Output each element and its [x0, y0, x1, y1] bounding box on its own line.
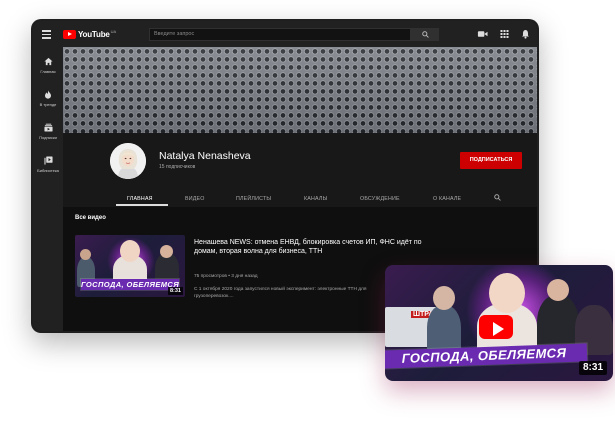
tab-playlists[interactable]: ПЛЕЙЛИСТЫ [236, 196, 271, 202]
tab-about[interactable]: О КАНАЛЕ [433, 196, 461, 202]
thumbnail-presenter-head [120, 240, 140, 262]
video-meta: 75 просмотров • 3 дня назад [194, 274, 258, 279]
tab-discussion[interactable]: ОБСУЖДЕНИЕ [360, 196, 400, 202]
youtube-play-logo-icon [63, 29, 76, 39]
tab-videos[interactable]: ВИДЕО [185, 196, 205, 202]
thumbnail-figure-head [80, 249, 91, 260]
subscribe-button[interactable]: ПОДПИСАТЬСЯ [460, 152, 522, 169]
sidebar-item-label: В тренде [39, 102, 57, 107]
notifications-bell-icon[interactable] [520, 29, 531, 39]
sidebar-item-trending[interactable]: В тренде [33, 90, 63, 107]
featured-video-card[interactable]: ШТРАФ ГОСПОДА, ОБЕЛЯЕМСЯ 8:31 [385, 265, 613, 381]
search-button[interactable] [411, 28, 439, 41]
subscriptions-icon [43, 123, 53, 132]
card-presenter-head [489, 273, 525, 313]
sidebar-item-subscriptions[interactable]: Подписки [33, 123, 63, 140]
video-title[interactable]: Ненашева NEWS: отмена ЕНВД, блокировка с… [194, 238, 444, 256]
apps-grid-icon[interactable] [499, 29, 510, 39]
create-video-icon[interactable] [477, 29, 488, 39]
video-description: С 1 октября 2020 года запустился новый э… [194, 287, 367, 299]
logo-text: YouTube [78, 29, 110, 39]
search-input[interactable] [154, 29, 404, 40]
sidebar-item-label: Главная [40, 69, 56, 74]
logo-region: UA [110, 28, 117, 34]
card-figure-right-head [547, 279, 569, 301]
sidebar-item-label: Библиотека [37, 168, 59, 173]
active-tab-indicator [116, 204, 168, 206]
section-title: Все видео [75, 215, 106, 221]
avatar-portrait [110, 143, 146, 179]
sidebar-item-library[interactable]: Библиотека [33, 156, 63, 173]
youtube-logo[interactable]: YouTube UA [63, 28, 116, 40]
channel-search-icon[interactable] [494, 194, 501, 201]
search-box [149, 28, 411, 41]
flame-icon [45, 90, 51, 99]
card-figure-left-head [433, 286, 455, 310]
sidebar-item-home[interactable]: Главная [33, 57, 63, 74]
card-duration: 8:31 [578, 361, 607, 375]
sidebar: Главная В тренде Подписки Библиотека [33, 47, 63, 331]
channel-name[interactable]: Natalya Nenasheva [159, 150, 251, 162]
thumbnail-caption: ГОСПОДА, ОБЕЛЯЕМСЯ [81, 279, 180, 290]
subscriber-count: 15 подписчиков [159, 164, 196, 170]
channel-avatar[interactable] [110, 143, 146, 179]
video-duration: 8:31 [167, 287, 183, 295]
tab-home[interactable]: ГЛАВНАЯ [127, 196, 153, 202]
menu-icon[interactable] [42, 30, 51, 39]
video-thumbnail[interactable]: ГОСПОДА, ОБЕЛЯЕМСЯ 8:31 [75, 235, 185, 297]
search-icon [422, 31, 429, 38]
top-bar: YouTube UA [33, 21, 537, 47]
home-icon [43, 57, 53, 66]
channel-header: Natalya Nenasheva 15 подписчиков ПОДПИСА… [63, 133, 537, 207]
channel-banner-shade [63, 47, 537, 133]
sidebar-item-label: Подписки [39, 135, 57, 140]
tab-channels[interactable]: КАНАЛЫ [304, 196, 327, 202]
library-icon [43, 156, 53, 165]
play-button-icon[interactable] [479, 315, 513, 339]
thumbnail-figure-head [160, 245, 173, 258]
